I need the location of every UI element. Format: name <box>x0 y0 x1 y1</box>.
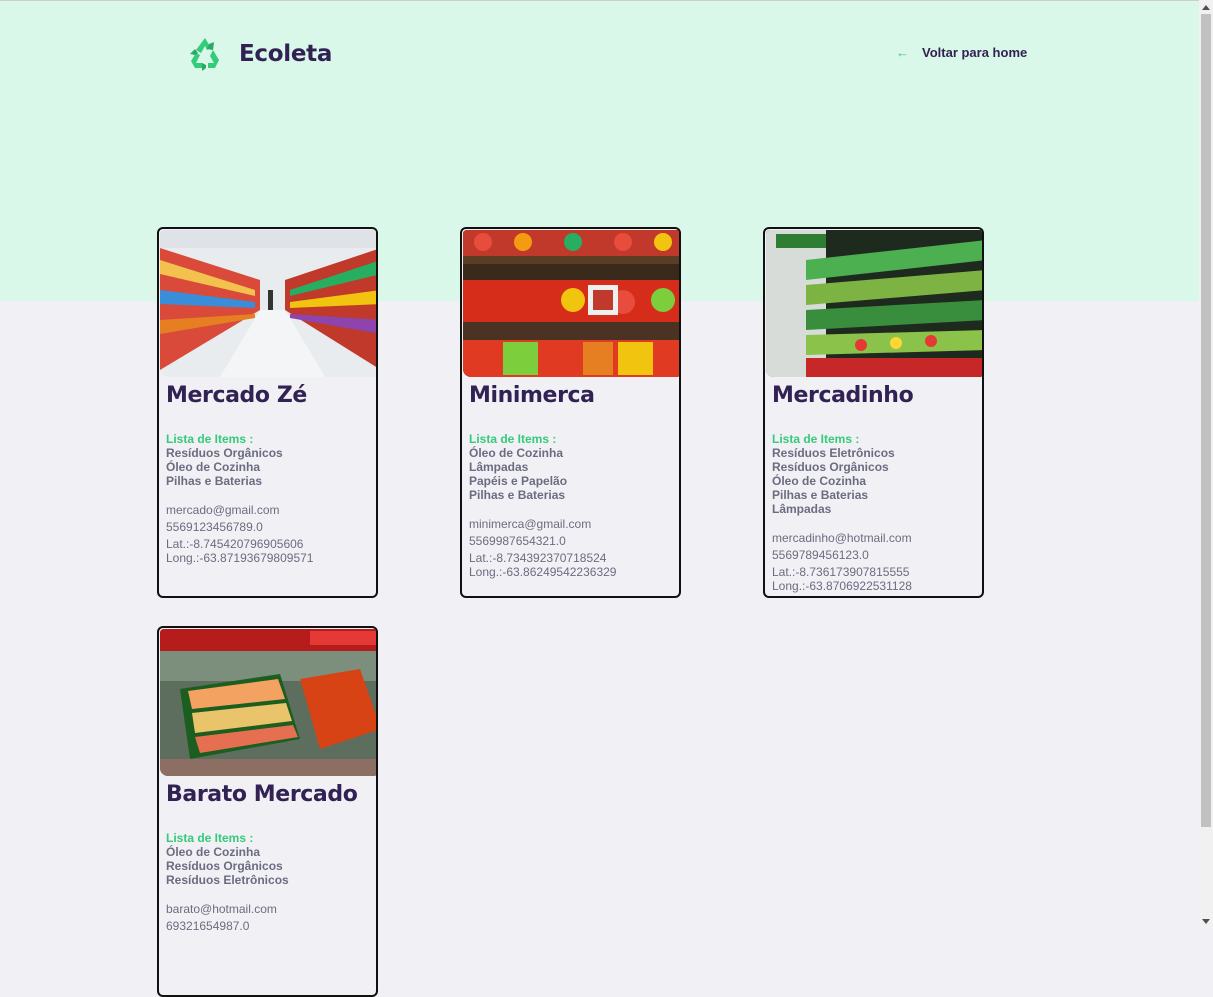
item: Resíduos Eletrônicos <box>772 446 895 460</box>
point-image <box>160 629 376 776</box>
back-home-link[interactable]: ← Voltar para home <box>896 45 1027 60</box>
scrollbar-thumb[interactable] <box>1201 14 1211 827</box>
item: Resíduos Orgânicos <box>166 859 283 873</box>
vertical-scrollbar[interactable] <box>1199 0 1213 930</box>
fruit-shelves-photo <box>463 230 679 377</box>
collection-point-card[interactable]: Barato Mercado Lista de Items : Óleo de … <box>157 626 378 997</box>
point-email: mercadinho@hotmail.com <box>772 531 912 545</box>
item: Lâmpadas <box>772 502 832 516</box>
point-whatsapp: 5569123456789.0 <box>166 520 263 534</box>
point-longitude: Long.:-63.8706922531128 <box>772 579 912 593</box>
items-label: Lista de Items : <box>166 432 254 446</box>
scroll-up-arrow-icon[interactable] <box>1202 5 1210 10</box>
item: Óleo de Cozinha <box>166 460 261 474</box>
logo-text: Ecoleta <box>239 41 333 67</box>
supermarket-aisle-photo <box>160 230 376 377</box>
contact-info: barato@hotmail.com 69321654987.0 <box>166 902 289 933</box>
item: Lâmpadas <box>469 460 529 474</box>
items-label: Lista de Items : <box>469 432 557 446</box>
scroll-down-arrow-icon[interactable] <box>1202 919 1210 924</box>
item: Resíduos Eletrônicos <box>166 873 289 887</box>
item: Resíduos Orgânicos <box>166 446 283 460</box>
contact-info: minimerca@gmail.com 55699876543​21.0 Lat… <box>469 517 616 579</box>
item: Óleo de Cozinha <box>166 845 261 859</box>
point-longitude: Long.:-63.86249542236329 <box>469 565 617 579</box>
logo: Ecoleta <box>186 36 332 72</box>
back-home-label: Voltar para home <box>922 45 1028 60</box>
point-info: Lista de Items : Resíduos Orgânicos Óleo… <box>166 432 313 568</box>
item: Pilhas e Baterias <box>166 474 263 488</box>
collection-point-card[interactable]: Mercadinho Lista de Items : Resíduos Ele… <box>763 227 984 598</box>
point-longitude: Long.:-63.87193679809571 <box>166 551 314 565</box>
point-latitude: Lat.:-8.734392370718524 <box>469 551 607 565</box>
items-label: Lista de Items : <box>166 831 254 845</box>
point-name: Minimerca <box>469 383 595 408</box>
collection-point-card[interactable]: Mercado Zé Lista de Items : Resíduos Org… <box>157 227 378 598</box>
point-latitude: Lat.:-8.745420796905606 <box>166 537 304 551</box>
point-name: Mercado Zé <box>166 383 307 408</box>
item: Óleo de Cozinha <box>469 446 564 460</box>
arrow-left-icon: ← <box>896 45 909 60</box>
item: Óleo de Cozinha <box>772 474 867 488</box>
recycle-icon <box>190 38 219 71</box>
point-whatsapp: 5569789456123.0 <box>772 548 869 562</box>
point-whatsapp: 55699876543​21.0 <box>469 534 566 548</box>
item: Papéis e Papelão <box>469 474 568 488</box>
items-label: Lista de Items : <box>772 432 860 446</box>
point-info: Lista de Items : Resíduos Eletrônicos Re… <box>772 432 912 596</box>
point-image <box>463 230 679 377</box>
point-info: Lista de Items : Óleo de Cozinha Lâmpada… <box>469 432 616 582</box>
point-whatsapp: 69321654987.0 <box>166 919 250 933</box>
point-latitude: Lat.:-8.736173907815555 <box>772 565 910 579</box>
contact-info: mercado@gmail.com 5569123456789.0 Lat.:-… <box>166 503 313 565</box>
point-email: minimerca@gmail.com <box>469 517 592 531</box>
point-email: barato@hotmail.com <box>166 902 277 916</box>
vegetable-shelves-photo <box>766 230 982 377</box>
produce-market-photo <box>160 629 376 776</box>
point-image <box>160 230 376 377</box>
point-info: Lista de Items : Óleo de Cozinha Resíduo… <box>166 831 289 936</box>
collection-point-card[interactable]: Minimerca Lista de Items : Óleo de Cozin… <box>460 227 681 598</box>
point-name: Barato Mercado <box>166 782 358 807</box>
point-image <box>766 230 982 377</box>
item: Pilhas e Baterias <box>469 488 566 502</box>
point-name: Mercadinho <box>772 383 914 408</box>
point-email: mercado@gmail.com <box>166 503 280 517</box>
item: Resíduos Orgânicos <box>772 460 889 474</box>
item: Pilhas e Baterias <box>772 488 869 502</box>
contact-info: mercadinho@hotmail.com 5569789456123.0 L… <box>772 531 912 593</box>
